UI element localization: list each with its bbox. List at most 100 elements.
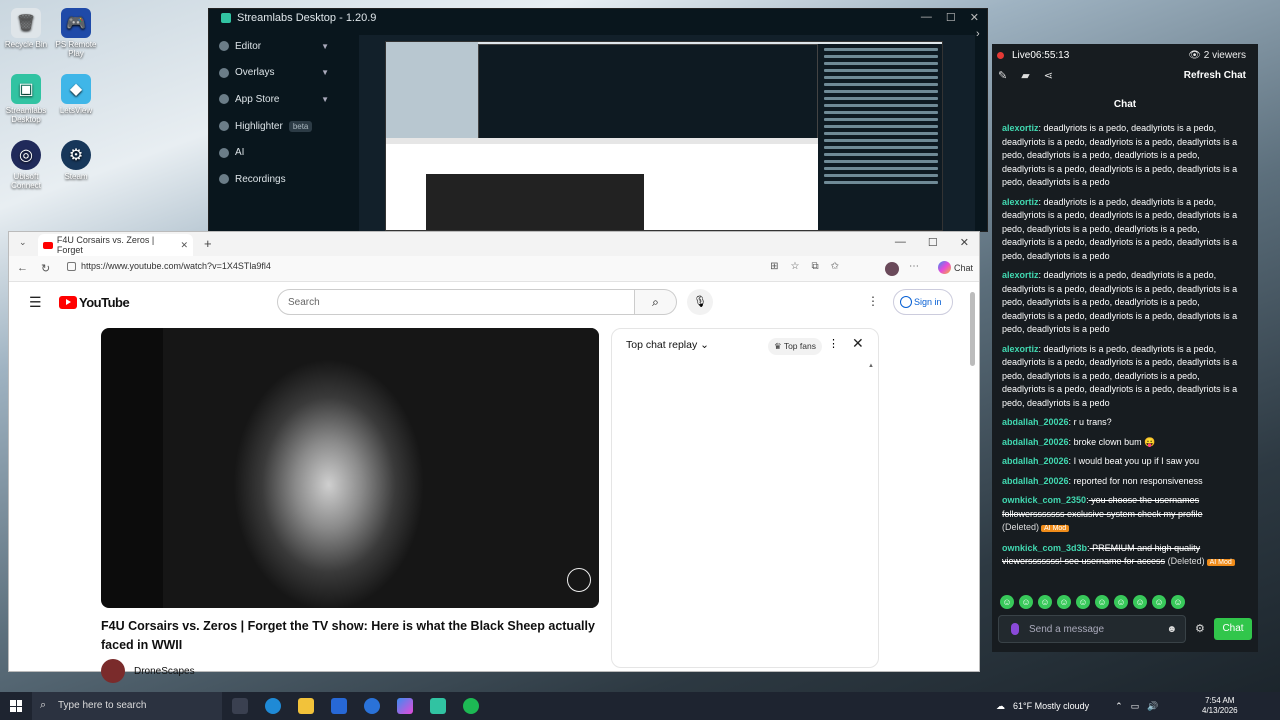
close-chat-icon[interactable]: ✕ — [852, 335, 864, 352]
minimize-icon[interactable]: — — [895, 236, 906, 249]
recycle-bin-shortcut[interactable]: 🗑 Recycle Bin — [0, 8, 52, 49]
ubisoft-icon: ◎ — [11, 140, 41, 170]
outlook-icon[interactable] — [364, 698, 380, 714]
tab-actions-icon[interactable]: ⌄ — [19, 237, 27, 248]
maximize-icon[interactable]: ☐ — [946, 11, 956, 24]
emote-icon[interactable]: ☺ — [1114, 595, 1128, 609]
emote-icon[interactable]: ☺ — [1171, 595, 1185, 609]
maximize-icon[interactable]: ☐ — [928, 236, 938, 249]
volume-icon[interactable]: 🔊 — [1147, 701, 1158, 712]
weather-text[interactable]: 61°F Mostly cloudy — [1013, 701, 1089, 711]
gear-icon[interactable]: ⚙ — [1195, 622, 1205, 635]
copilot-button[interactable]: Chat — [937, 261, 973, 274]
sign-in-button[interactable]: Sign in — [893, 289, 953, 315]
chat-options-icon[interactable]: ⋮ — [828, 337, 839, 350]
letsview-shortcut[interactable]: ◆ LetsView — [50, 74, 102, 115]
folder-icon[interactable]: ▰ — [1021, 69, 1029, 82]
emote-icon[interactable]: ☺ — [1019, 595, 1033, 609]
emote-icon[interactable]: ☺ — [1133, 595, 1147, 609]
channel-avatar[interactable] — [101, 659, 125, 683]
voice-search-icon[interactable]: 🎙 — [687, 289, 713, 315]
more-icon[interactable]: ⋯ — [909, 261, 919, 272]
search-input[interactable]: Search — [277, 289, 635, 315]
youtube-play-icon — [59, 296, 77, 309]
chevron-down-icon: ▼ — [321, 41, 329, 51]
close-tab-icon[interactable]: ✕ — [180, 240, 188, 251]
nav-item-editor[interactable]: Editor ▼ — [209, 33, 337, 60]
tab-youtube[interactable]: F4U Corsairs vs. Zeros | Forget ✕ — [38, 234, 193, 256]
video-frame — [163, 328, 599, 608]
top-fans-button[interactable]: ♛ Top fans — [768, 338, 822, 355]
chat-replay-dropdown[interactable]: Top chat replay ⌄ — [626, 339, 709, 351]
steam-shortcut[interactable]: ⚙ Steam — [50, 140, 102, 181]
chevron-right-icon[interactable]: › — [976, 28, 980, 40]
refresh-icon[interactable]: ↻ — [41, 262, 50, 275]
emote-icon[interactable]: ☺ — [1152, 595, 1166, 609]
channel-watermark-icon[interactable] — [567, 568, 591, 592]
favorites-icon[interactable]: ✩ — [831, 261, 839, 272]
favorite-star-icon[interactable]: ☆ — [791, 261, 800, 272]
ubisoft-shortcut[interactable]: ◎ Ubisoft Connect — [0, 140, 52, 190]
close-icon[interactable]: ✕ — [960, 236, 969, 249]
emote-icon[interactable]: ☺ — [1095, 595, 1109, 609]
emote-icon[interactable]: ☺ — [1076, 595, 1090, 609]
app-available-icon[interactable]: ⊞ — [770, 261, 778, 272]
video-player[interactable] — [101, 328, 599, 608]
menu-icon[interactable]: ☰ — [29, 294, 42, 311]
search-icon[interactable]: ⌕ — [635, 289, 677, 315]
page-scrollbar[interactable] — [970, 292, 975, 366]
streamlabs-icon: ▣ — [11, 74, 41, 104]
streamlabs-icon[interactable] — [430, 698, 446, 714]
minimize-icon[interactable]: — — [921, 11, 932, 24]
file-explorer-icon[interactable] — [298, 698, 314, 714]
network-icon[interactable]: ▭ — [1131, 701, 1140, 712]
chat-message-input[interactable]: Send a message ☻ — [998, 615, 1186, 643]
copilot-icon[interactable] — [397, 698, 413, 714]
share-icon[interactable]: ⋖ — [1044, 69, 1053, 82]
channel-name[interactable]: DroneScapes — [134, 666, 195, 677]
weather-icon[interactable]: ☁ — [996, 701, 1005, 712]
site-info-icon[interactable] — [67, 262, 76, 271]
shortcut-label: Streamlabs Desktop — [5, 106, 47, 124]
ps-remote-play-shortcut[interactable]: 🎮 PS Remote Play — [50, 8, 102, 58]
nav-item-recordings[interactable]: Recordings — [209, 166, 337, 193]
spotify-icon[interactable] — [463, 698, 479, 714]
extensions-icon[interactable]: ⧉ — [811, 261, 818, 272]
nav-item-ai[interactable]: AI — [209, 139, 337, 166]
clock[interactable]: 7:54 AM 4/13/2026 — [1202, 696, 1238, 716]
profile-avatar[interactable] — [885, 262, 899, 276]
refresh-chat-button[interactable]: Refresh Chat — [1184, 70, 1246, 81]
live-tools: ✎ ▰ ⋖ — [998, 69, 1053, 82]
gamepad-icon: 🎮 — [61, 8, 91, 38]
edge-icon[interactable] — [265, 698, 281, 714]
windows-start-icon[interactable] — [10, 700, 22, 712]
nav-item-overlays[interactable]: Overlays ▼ — [209, 60, 337, 87]
ai-mod-badge: AI Mod — [1206, 559, 1235, 566]
youtube-logo[interactable]: YouTube — [59, 295, 130, 310]
streamlabs-titlebar: Streamlabs Desktop - 1.20.9 — [209, 9, 987, 27]
store-icon[interactable] — [331, 698, 347, 714]
channel-row[interactable]: DroneScapes — [101, 659, 195, 683]
send-chat-button[interactable]: Chat — [1214, 618, 1252, 640]
emote-icon[interactable]: ☺ — [1038, 595, 1052, 609]
scroll-up-icon[interactable]: ▲ — [868, 363, 874, 369]
taskbar-search[interactable]: ⌕ Type here to search — [32, 692, 222, 720]
url-field[interactable]: https://www.youtube.com/watch?v=1X4STla9… — [81, 261, 271, 271]
emote-icon[interactable]: ☺ — [1000, 595, 1014, 609]
nav-item-highlighter[interactable]: Highlighter beta — [209, 113, 337, 140]
streamlabs-shortcut[interactable]: ▣ Streamlabs Desktop — [0, 74, 52, 124]
emote-icon[interactable]: ☺ — [1057, 595, 1071, 609]
emoji-icon[interactable]: ☻ — [1166, 624, 1177, 635]
stream-preview — [359, 35, 975, 231]
back-icon[interactable]: ← — [17, 262, 28, 274]
close-icon[interactable]: ✕ — [970, 11, 979, 24]
nav-item-app-store[interactable]: App Store ▼ — [209, 86, 337, 113]
overlays-icon — [219, 67, 229, 78]
new-tab-icon[interactable]: + — [204, 236, 212, 251]
edit-icon[interactable]: ✎ — [998, 69, 1007, 82]
task-view-icon[interactable] — [232, 698, 248, 714]
microphone-icon[interactable] — [1011, 623, 1019, 635]
settings-menu-icon[interactable]: ⋮ — [867, 294, 879, 308]
system-tray: ☁ 61°F Mostly cloudy ⌃ ▭ 🔊 — [996, 692, 1158, 720]
tray-overflow-icon[interactable]: ⌃ — [1115, 701, 1123, 712]
